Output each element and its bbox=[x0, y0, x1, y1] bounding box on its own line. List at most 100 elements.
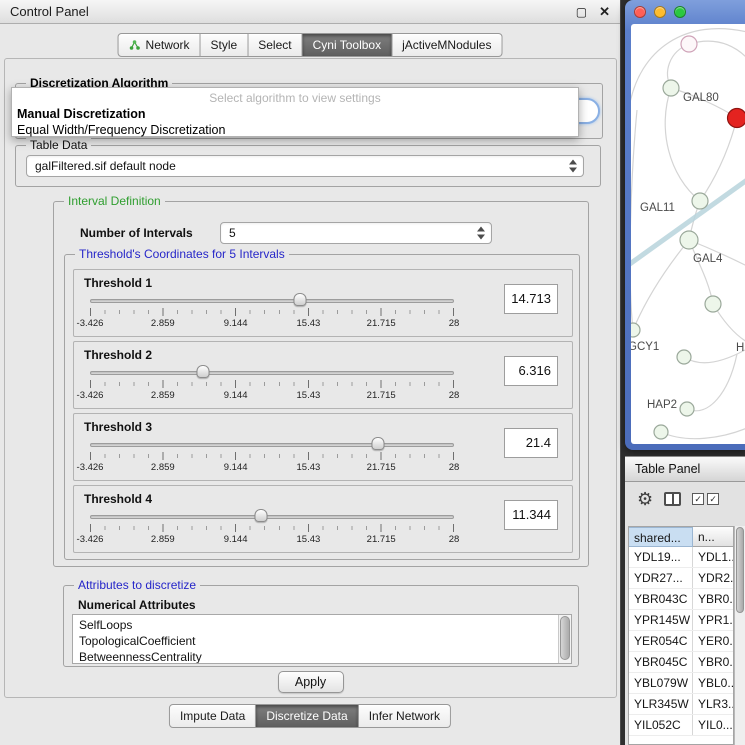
threshold-2-value-field[interactable]: 6.316 bbox=[504, 356, 558, 386]
slider-thumb[interactable] bbox=[371, 437, 384, 450]
table-scrollbar[interactable] bbox=[734, 526, 745, 745]
attributes-scrollbar[interactable] bbox=[558, 615, 571, 663]
threshold-2-block: Threshold 2 -3.4262.8599.14415.4321.7152… bbox=[73, 341, 573, 409]
numerical-attributes-list[interactable]: SelfLoopsTopologicalCoefficientBetweenne… bbox=[72, 614, 572, 664]
network-node[interactable] bbox=[677, 350, 691, 364]
tab-discretize-data-label: Discretize Data bbox=[266, 709, 347, 723]
threshold-3-slider[interactable]: -3.4262.8599.14415.4321.71528 bbox=[90, 434, 454, 478]
table-row[interactable]: YBR043C YBR0... bbox=[629, 589, 733, 610]
network-node-gal80[interactable] bbox=[663, 80, 679, 96]
threshold-4-slider[interactable]: -3.4262.8599.14415.4321.71528 bbox=[90, 506, 454, 550]
select-columns-icon[interactable] bbox=[664, 492, 681, 506]
attribute-list-item[interactable]: BetweennessCentrality bbox=[79, 649, 571, 664]
dropdown-placeholder-option[interactable]: Select algorithm to view settings bbox=[12, 88, 578, 105]
tab-network[interactable]: Network bbox=[118, 33, 201, 57]
tick-label: 9.144 bbox=[224, 318, 248, 329]
table-row[interactable]: YIL052C YIL0... bbox=[629, 715, 733, 736]
tick-label: 2.859 bbox=[151, 462, 175, 473]
number-of-intervals-select[interactable]: 5 bbox=[220, 222, 492, 244]
thresholds-group-title: Threshold's Coordinates for 5 Intervals bbox=[75, 247, 289, 261]
application-root: Control Panel ▢ ✕ Network Style Select bbox=[0, 0, 745, 745]
cell-shared-name: YIL052C bbox=[629, 715, 693, 735]
float-window-icon[interactable]: ▢ bbox=[576, 6, 587, 18]
column-header-shared-name[interactable]: shared... bbox=[629, 527, 693, 547]
cell-name: YPR1... bbox=[693, 610, 733, 630]
interval-definition-group: Interval Definition Number of Intervals … bbox=[53, 201, 589, 567]
tick-label: 15.43 bbox=[297, 462, 321, 473]
table-data-select[interactable]: galFiltered.sif default node bbox=[26, 155, 584, 177]
table-row[interactable]: YDR27... YDR2... bbox=[629, 568, 733, 589]
close-icon[interactable]: ✕ bbox=[599, 5, 610, 18]
tab-discretize-data[interactable]: Discretize Data bbox=[256, 704, 358, 728]
table-row[interactable]: YBL079W YBL0... bbox=[629, 673, 733, 694]
algorithm-dropdown-popup: Select algorithm to view settings Manual… bbox=[11, 87, 579, 137]
minimize-window-icon[interactable] bbox=[654, 6, 666, 18]
threshold-1-label: Threshold 1 bbox=[84, 276, 152, 290]
checkbox-icon[interactable]: ✓ bbox=[707, 493, 719, 505]
threshold-1-value-field[interactable]: 14.713 bbox=[504, 284, 558, 314]
tab-infer-network-label: Infer Network bbox=[369, 709, 440, 723]
tick-label: 15.43 bbox=[297, 390, 321, 401]
slider-track bbox=[90, 371, 454, 375]
tab-infer-network[interactable]: Infer Network bbox=[359, 704, 451, 728]
slider-thumb[interactable] bbox=[294, 293, 307, 306]
network-node-hap2[interactable] bbox=[680, 402, 694, 416]
table-row[interactable]: YPR145W YPR1... bbox=[629, 610, 733, 631]
table-row[interactable]: YBR045C YBR0... bbox=[629, 652, 733, 673]
network-node-gcy1[interactable] bbox=[631, 323, 640, 337]
combo-arrows-icon bbox=[477, 226, 486, 241]
table-header-row: shared... n... bbox=[629, 527, 733, 547]
network-node-selected-red[interactable] bbox=[728, 109, 745, 128]
slider-ticks bbox=[90, 524, 454, 532]
network-node-gal4[interactable] bbox=[680, 231, 698, 249]
table-panel: Table Panel ⚙ ✓ ✓ shared... n... YDL19..… bbox=[625, 456, 745, 745]
tab-cyni-toolbox[interactable]: Cyni Toolbox bbox=[303, 33, 392, 57]
threshold-1-slider[interactable]: -3.4262.8599.14415.4321.71528 bbox=[90, 290, 454, 334]
tab-style[interactable]: Style bbox=[201, 33, 249, 57]
slider-thumb[interactable] bbox=[255, 509, 268, 522]
attribute-list-item[interactable]: SelfLoops bbox=[79, 617, 571, 633]
thresholds-group: Threshold's Coordinates for 5 Intervals … bbox=[64, 254, 580, 560]
gear-icon[interactable]: ⚙ bbox=[637, 490, 653, 508]
threshold-2-label: Threshold 2 bbox=[84, 348, 152, 362]
slider-tick-labels: -3.4262.8599.14415.4321.71528 bbox=[90, 390, 454, 402]
dropdown-option-manual-discretization[interactable]: Manual Discretization bbox=[12, 105, 578, 122]
zoom-window-icon[interactable] bbox=[674, 6, 686, 18]
close-window-icon[interactable] bbox=[634, 6, 646, 18]
apply-button[interactable]: Apply bbox=[278, 671, 344, 693]
cell-name: YBR0... bbox=[693, 589, 733, 609]
dropdown-option-equal-width[interactable]: Equal Width/Frequency Discretization bbox=[12, 122, 578, 138]
tab-impute-data[interactable]: Impute Data bbox=[169, 704, 256, 728]
attributes-group-title: Attributes to discretize bbox=[74, 578, 200, 592]
table-toolbar: ⚙ ✓ ✓ bbox=[625, 482, 745, 516]
tab-select[interactable]: Select bbox=[248, 33, 302, 57]
node-label-partial: H bbox=[736, 342, 744, 354]
control-panel-tabbar: Network Style Select Cyni Toolbox jActiv… bbox=[118, 33, 503, 57]
table-row[interactable]: YLR345W YLR3... bbox=[629, 694, 733, 715]
network-node[interactable] bbox=[654, 425, 668, 439]
attribute-list-item[interactable]: TopologicalCoefficient bbox=[79, 633, 571, 649]
network-node-gal11[interactable] bbox=[692, 193, 708, 209]
combo-arrows-icon bbox=[569, 159, 578, 174]
network-canvas[interactable]: GAL80 GAL11 GAL4 GCY1 HAP2 H bbox=[631, 24, 745, 444]
scrollbar-thumb[interactable] bbox=[736, 527, 744, 613]
column-header-name[interactable]: n... bbox=[693, 527, 733, 547]
tab-jactivemodules[interactable]: jActiveMNodules bbox=[392, 33, 502, 57]
network-node[interactable] bbox=[705, 296, 721, 312]
network-node[interactable] bbox=[681, 36, 697, 52]
node-attribute-table[interactable]: shared... n... YDL19... YDL1... YDR27...… bbox=[628, 526, 734, 745]
scrollbar-thumb[interactable] bbox=[560, 616, 570, 660]
tick-label: 2.859 bbox=[151, 390, 175, 401]
table-data-selected-value: galFiltered.sif default node bbox=[35, 159, 176, 173]
network-view-window[interactable]: GAL80 GAL11 GAL4 GCY1 HAP2 H bbox=[625, 0, 745, 450]
table-row[interactable]: YDL19... YDL1... bbox=[629, 547, 733, 568]
tab-cyni-toolbox-label: Cyni Toolbox bbox=[313, 38, 381, 52]
threshold-2-slider[interactable]: -3.4262.8599.14415.4321.71528 bbox=[90, 362, 454, 406]
threshold-4-value-field[interactable]: 11.344 bbox=[504, 500, 558, 530]
table-row[interactable]: YER054C YER0... bbox=[629, 631, 733, 652]
checkbox-icon[interactable]: ✓ bbox=[692, 493, 704, 505]
cell-shared-name: YER054C bbox=[629, 631, 693, 651]
threshold-3-value-field[interactable]: 21.4 bbox=[504, 428, 558, 458]
slider-thumb[interactable] bbox=[196, 365, 209, 378]
cell-name: YDL1... bbox=[693, 547, 733, 567]
